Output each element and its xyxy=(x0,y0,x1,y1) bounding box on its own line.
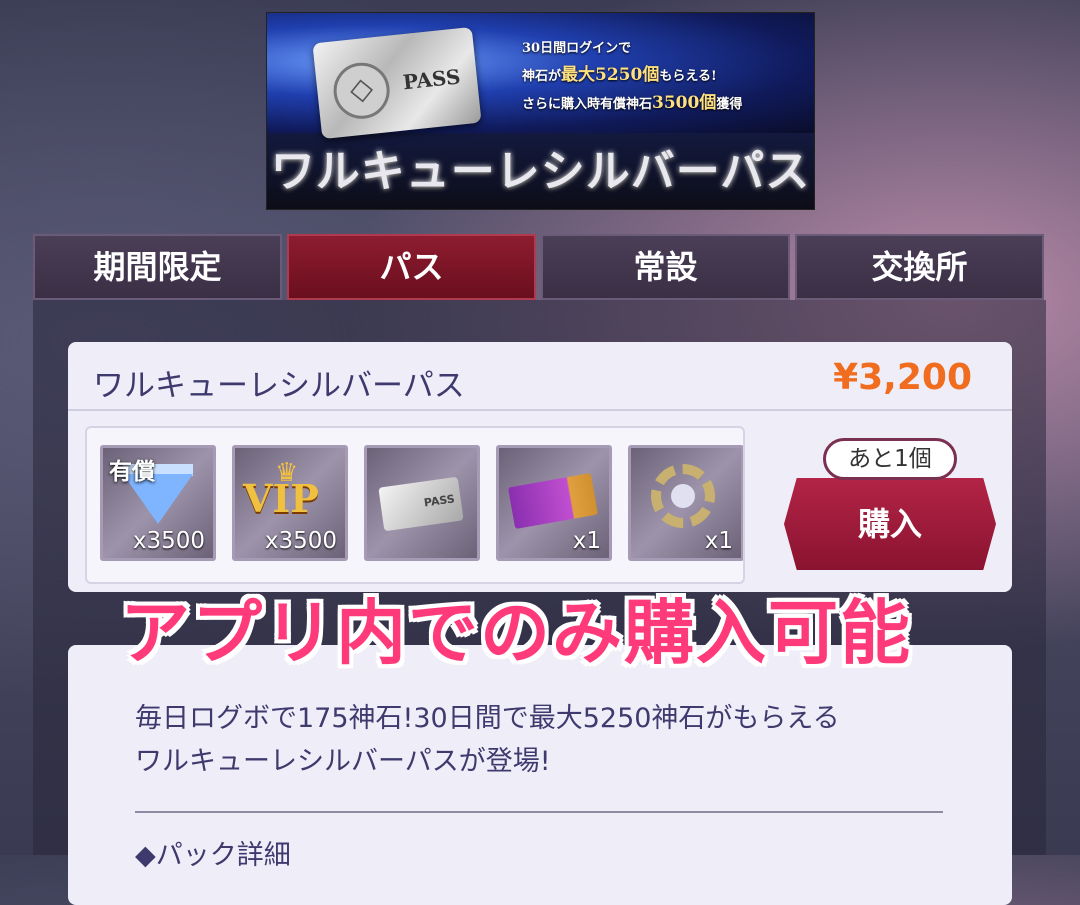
tab-pass[interactable]: パス xyxy=(287,234,536,300)
remaining-stock-badge: あと1個 xyxy=(823,438,957,480)
buy-button[interactable]: 購入 xyxy=(784,478,996,570)
product-price: ¥3,200 xyxy=(833,357,972,398)
banner-line-2: 神石が最大5250個もらえる! xyxy=(522,65,717,85)
banner-line-3: さらに購入時有償神石3500個獲得 xyxy=(522,93,743,113)
reward-item-gear[interactable]: x1 xyxy=(628,445,743,561)
tab-permanent[interactable]: 常設 xyxy=(541,234,790,300)
pack-details-heading: ◆パック詳細 xyxy=(135,840,291,871)
description-line-2: ワルキューレシルバーパスが登場! xyxy=(135,746,551,777)
tab-exchange[interactable]: 交換所 xyxy=(795,234,1044,300)
product-title: ワルキューレシルバーパス xyxy=(93,368,465,404)
divider xyxy=(68,409,1012,411)
reward-item-vip[interactable]: ♛ VIP x3500 xyxy=(232,445,348,561)
shop-tabs: 期間限定 パス 常設 交換所 xyxy=(33,234,1046,302)
app-only-notice: アプリ内でのみ購入可能 xyxy=(120,592,912,674)
reward-item-ticket[interactable]: x1 xyxy=(496,445,612,561)
promo-banner: ◇ PASS 30日間ログインで 神石が最大5250個もらえる! さらに購入時有… xyxy=(266,12,815,210)
product-card: ワルキューレシルバーパス ¥3,200 有償 x3500 ♛ VIP x3500… xyxy=(68,342,1012,592)
reward-items: 有償 x3500 ♛ VIP x3500 PASS x1 x1 xyxy=(85,426,745,584)
pass-ticket-image: ◇ PASS xyxy=(312,26,482,140)
reward-item-paid-gems[interactable]: 有償 x3500 xyxy=(100,445,216,561)
diamond-icon: ◇ xyxy=(330,59,393,122)
reward-item-silver-pass[interactable]: PASS xyxy=(364,445,480,561)
banner-line-1: 30日間ログインで xyxy=(522,41,632,56)
item-quantity: x1 xyxy=(704,528,733,554)
tab-limited[interactable]: 期間限定 xyxy=(33,234,282,300)
silver-pass-icon: PASS xyxy=(367,448,477,558)
item-quantity: x3500 xyxy=(132,528,205,554)
ticket-label: PASS xyxy=(401,64,462,95)
item-quantity: x3500 xyxy=(264,528,337,554)
product-description: 毎日ログボで175神石!30日間で最大5250神石がもらえる ワルキューレシルバ… xyxy=(135,697,955,783)
description-card: 毎日ログボで175神石!30日間で最大5250神石がもらえる ワルキューレシルバ… xyxy=(68,645,1012,905)
item-quantity: x1 xyxy=(572,528,601,554)
description-line-1: 毎日ログボで175神石!30日間で最大5250神石がもらえる xyxy=(135,703,840,734)
banner-copy: 30日間ログインで 神石が最大5250個もらえる! さらに購入時有償神石3500… xyxy=(522,35,807,118)
banner-title: ワルキューレシルバーパス xyxy=(270,146,811,197)
divider xyxy=(135,811,943,813)
paid-tag: 有償 xyxy=(109,459,155,485)
